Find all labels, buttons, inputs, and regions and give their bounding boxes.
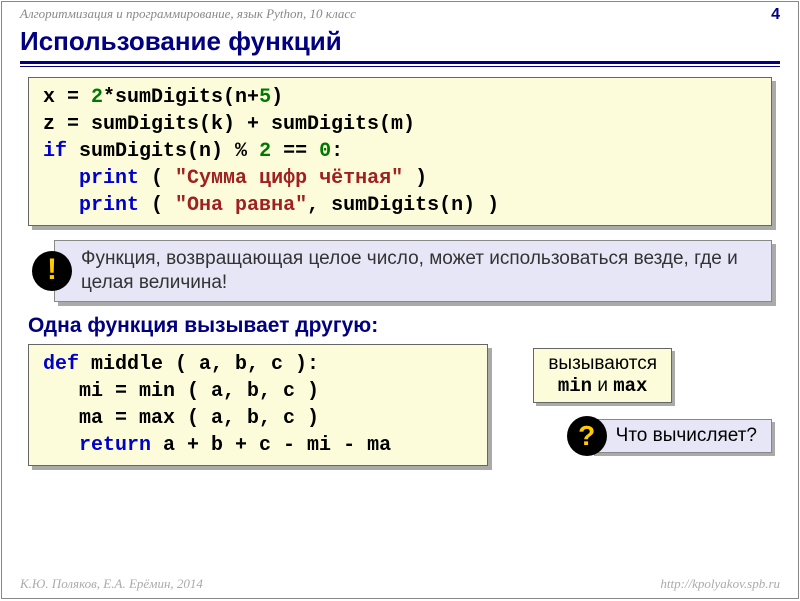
subtitle: Одна функция вызывает другую: xyxy=(28,314,772,338)
question-icon: ? xyxy=(567,416,607,456)
side-note: вызываются min и max xyxy=(533,348,672,404)
side-note-line1: вызываются xyxy=(548,353,657,376)
page-number: 4 xyxy=(771,6,780,24)
footer-author: К.Ю. Поляков, Е.А. Ерёмин, 2014 xyxy=(20,576,203,592)
question-callout: ? Что вычисляет? xyxy=(567,416,772,456)
side-note-line2: min и max xyxy=(548,375,657,398)
code-block-usage: x = 2*sumDigits(n+5) z = sumDigits(k) + … xyxy=(28,77,772,226)
exclaim-icon: ! xyxy=(32,251,72,291)
code-block-middle: def middle ( a, b, c ): mi = min ( a, b,… xyxy=(28,344,488,466)
title-underline xyxy=(20,61,780,67)
footer: К.Ю. Поляков, Е.А. Ерёмин, 2014 http://k… xyxy=(20,576,780,592)
info-callout: ! Функция, возвращающая целое число, мож… xyxy=(28,240,772,302)
slide-header: Алгоритмизация и программирование, язык … xyxy=(2,2,798,24)
slide: Алгоритмизация и программирование, язык … xyxy=(1,1,799,599)
info-text: Функция, возвращающая целое число, может… xyxy=(54,240,772,302)
footer-url: http://kpolyakov.spb.ru xyxy=(660,576,780,592)
question-text: Что вычисляет? xyxy=(591,419,772,453)
course-label: Алгоритмизация и программирование, язык … xyxy=(20,6,356,24)
lower-area: def middle ( a, b, c ): mi = min ( a, b,… xyxy=(28,344,772,466)
slide-title: Использование функций xyxy=(2,24,798,57)
